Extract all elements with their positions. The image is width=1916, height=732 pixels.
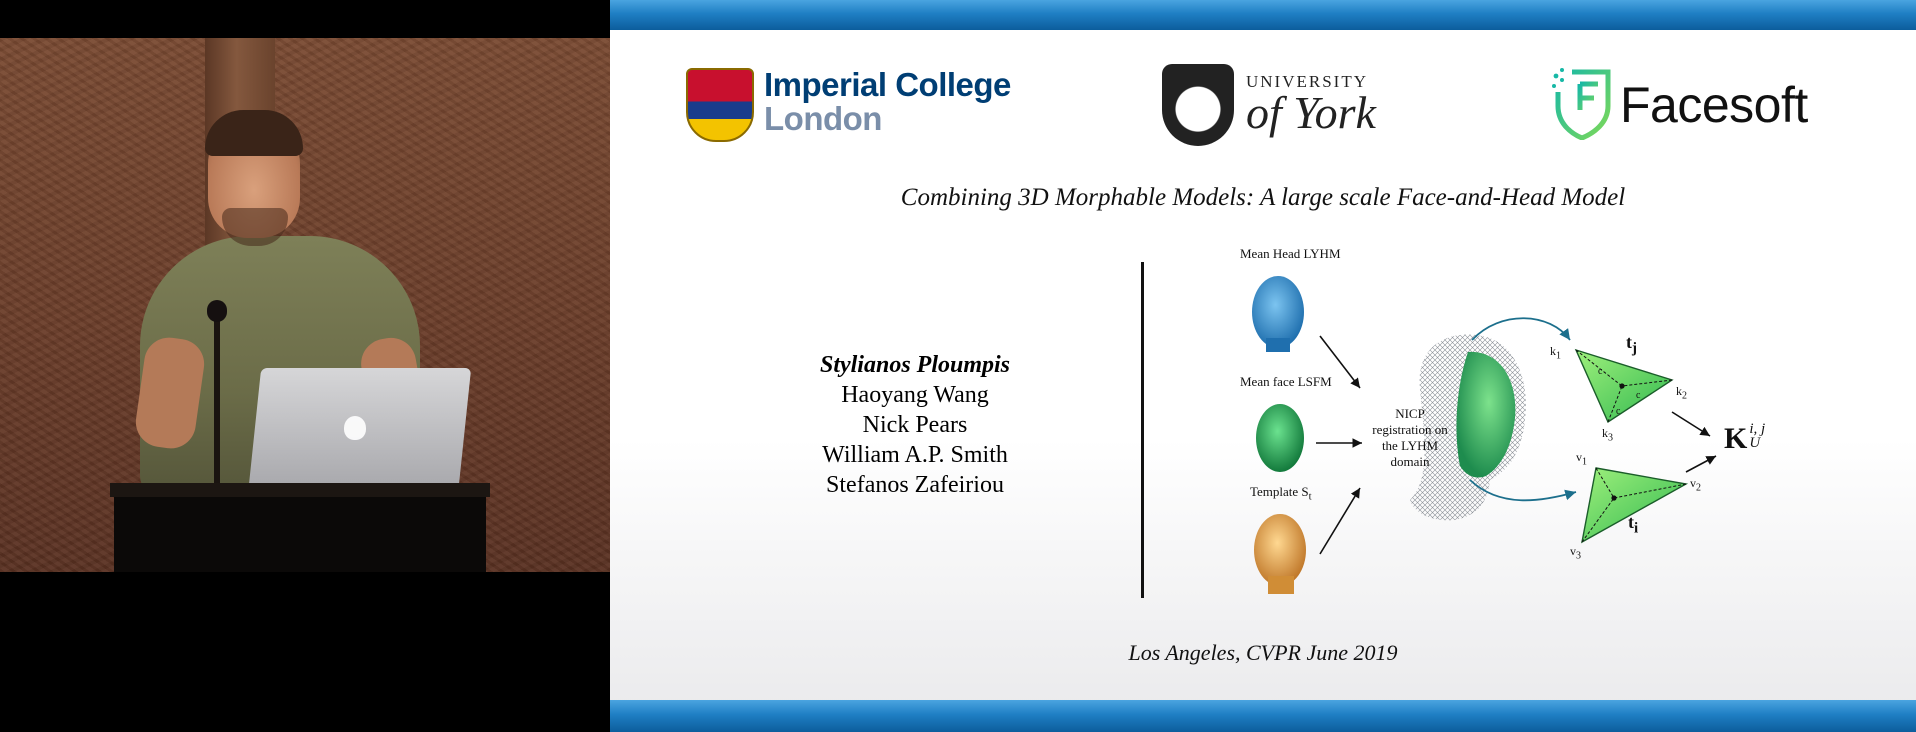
slide-top-band xyxy=(610,0,1916,30)
nicp-registration-label: NICP registration on the LYHM domain xyxy=(1372,406,1448,469)
author-name: William A.P. Smith xyxy=(822,442,1008,468)
slide-title: Combining 3D Morphable Models: A large s… xyxy=(900,184,1626,211)
york-crest-icon xyxy=(1162,64,1234,146)
author-list: Stylianos Ploumpis Haoyang Wang Nick Pea… xyxy=(760,350,1070,500)
triangle-tj xyxy=(1574,348,1674,424)
speaker-video-frame xyxy=(0,38,610,572)
k3-sub: 3 xyxy=(1608,432,1613,444)
arrow xyxy=(1319,335,1361,389)
facesoft-logo: Facesoft xyxy=(1550,66,1870,146)
template-head-model xyxy=(1254,514,1306,594)
method-figure: Mean Head LYHM Mean face LSFM Template S… xyxy=(1240,240,1860,610)
figure-graphics xyxy=(1252,276,1717,594)
vertex-label-k2: k2 xyxy=(1676,384,1687,401)
tj-sub: j xyxy=(1632,340,1637,357)
curved-arrow xyxy=(1471,317,1571,341)
v3-sub: 3 xyxy=(1576,550,1581,562)
vertical-divider xyxy=(1141,262,1144,598)
vertex-label-k1: k1 xyxy=(1550,344,1561,361)
v2-sub: 2 xyxy=(1696,482,1701,494)
speaker-hair xyxy=(205,110,303,156)
kernel-matrix-label: Ki, jU xyxy=(1724,422,1765,456)
speaker-video xyxy=(0,0,610,732)
kernel-sub: U xyxy=(1749,435,1761,451)
facesoft-shield-icon xyxy=(1552,68,1611,140)
arrow xyxy=(1685,455,1717,473)
podium xyxy=(114,497,486,572)
slide-bottom-band xyxy=(610,700,1916,732)
imperial-college-logo: Imperial College London xyxy=(686,66,1011,146)
centroid-label-c1: c xyxy=(1598,366,1603,377)
imperial-logo-line2: London xyxy=(764,100,882,137)
vertex-label-k3: k3 xyxy=(1602,426,1613,443)
podium-top xyxy=(110,483,490,497)
ti-sub: i xyxy=(1634,520,1639,537)
york-logo-line2: of York xyxy=(1246,87,1376,138)
k1-sub: 1 xyxy=(1556,350,1561,362)
vertex-label-v3: v3 xyxy=(1570,544,1581,561)
university-of-york-logo: UNIVERSITY of York xyxy=(1162,64,1402,150)
author-name: Stefanos Zafeiriou xyxy=(826,472,1004,498)
centroid-label-c2: c xyxy=(1636,390,1641,401)
apple-logo-icon xyxy=(344,416,366,440)
mean-head-lyhm-model xyxy=(1252,276,1304,352)
mean-face-lsfm-model xyxy=(1256,404,1304,472)
centroid-label-c3: c xyxy=(1616,406,1621,417)
author-name: Haoyang Wang xyxy=(841,382,989,408)
presentation-slide: Imperial College London UNIVERSITY of Yo… xyxy=(610,0,1916,732)
arrow xyxy=(1671,411,1711,437)
triangle-label-tj: tj xyxy=(1626,332,1637,358)
triangle-label-ti: ti xyxy=(1628,512,1638,538)
v1-sub: 1 xyxy=(1582,456,1587,468)
author-name: Nick Pears xyxy=(862,412,968,438)
slide-footer: Los Angeles, CVPR June 2019 xyxy=(1128,640,1398,665)
vertex-label-v2: v2 xyxy=(1690,476,1701,493)
imperial-crest-icon xyxy=(686,68,754,142)
k2-sub: 2 xyxy=(1682,390,1687,402)
microphone-stand xyxy=(214,308,220,483)
author-name: Stylianos Ploumpis xyxy=(819,352,1011,378)
kernel-text: K xyxy=(1724,422,1748,455)
arrow xyxy=(1319,487,1361,555)
imperial-logo-line1: Imperial College xyxy=(764,66,1011,103)
facesoft-logo-text: Facesoft xyxy=(1620,77,1808,133)
microphone-icon xyxy=(207,300,227,322)
vertex-label-v1: v1 xyxy=(1576,450,1587,467)
